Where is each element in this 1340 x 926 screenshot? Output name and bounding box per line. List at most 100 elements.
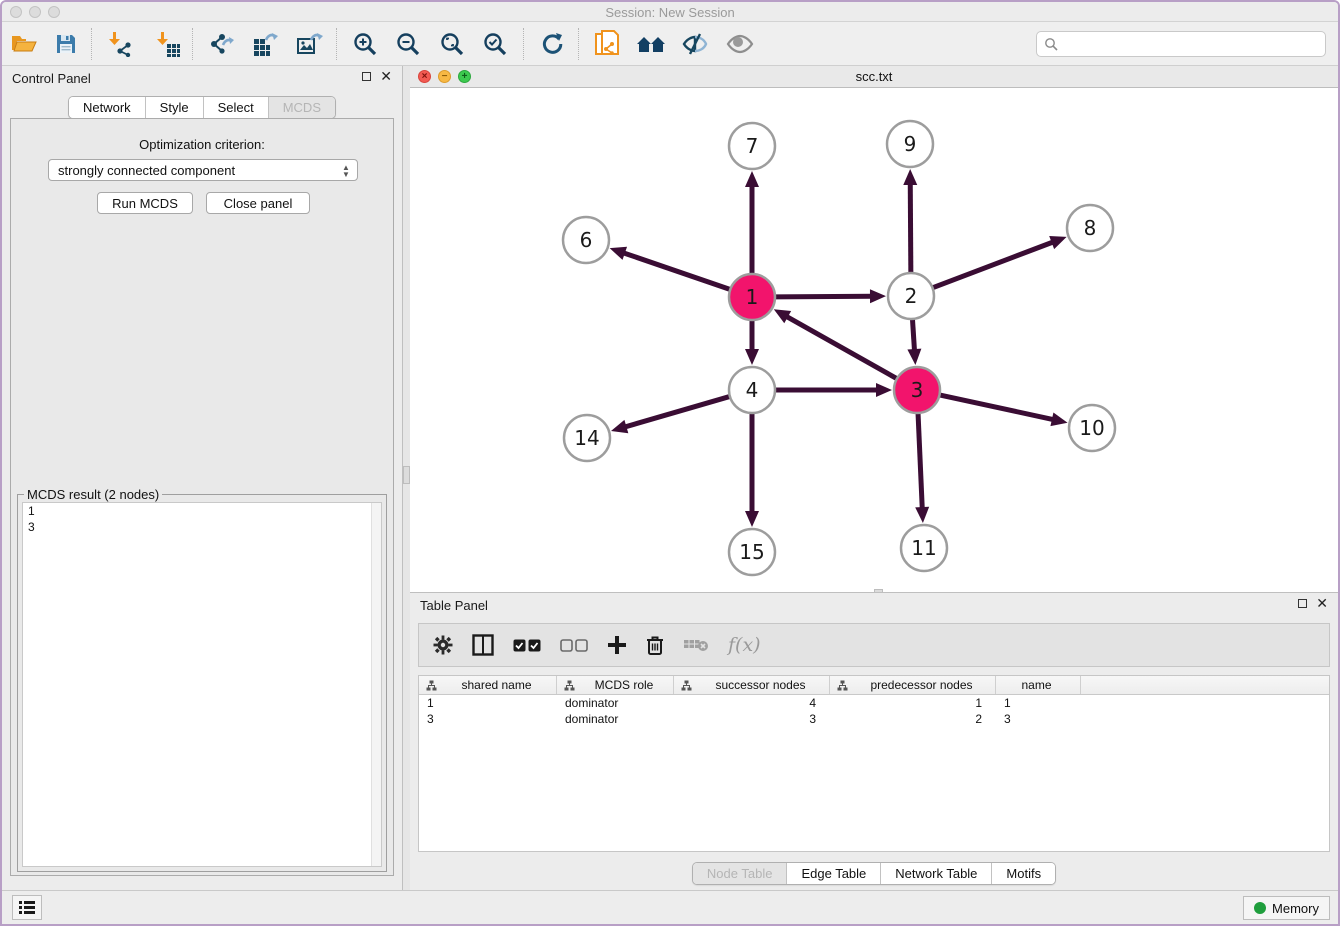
column-tree-icon xyxy=(681,680,692,691)
delete-table-icon xyxy=(683,637,709,653)
graph-edge-3-11[interactable] xyxy=(918,413,922,510)
node-table[interactable]: shared name MCDS role successor nodes xyxy=(418,675,1330,852)
zoom-selected-icon xyxy=(482,31,508,57)
delete-column-button[interactable] xyxy=(646,635,664,656)
table-cell: 1 xyxy=(419,696,557,710)
graph-arrowhead xyxy=(907,349,921,365)
float-panel-icon[interactable] xyxy=(362,72,371,81)
settings-gear-button[interactable] xyxy=(433,635,453,655)
graph-edge-2-8[interactable] xyxy=(933,241,1055,287)
open-folder-icon xyxy=(11,33,37,55)
preview-eye-button[interactable] xyxy=(725,29,755,59)
graph-arrowhead xyxy=(876,383,892,397)
col-shared-name[interactable]: shared name xyxy=(419,676,557,694)
app-window: Session: New Session xyxy=(0,0,1340,926)
table-cell: dominator xyxy=(557,696,674,710)
tab-node-table[interactable]: Node Table xyxy=(693,863,787,884)
column-layout-button[interactable] xyxy=(472,634,494,656)
hide-panels-button[interactable] xyxy=(680,29,710,59)
graph-arrowhead xyxy=(611,420,628,433)
task-list-button[interactable] xyxy=(12,895,42,920)
optimization-criterion-select[interactable]: strongly connected component ▲▼ xyxy=(48,159,358,181)
graph-node-label: 15 xyxy=(739,540,764,564)
eye-slash-icon xyxy=(681,32,709,56)
add-column-button[interactable] xyxy=(607,635,627,655)
col-name[interactable]: name xyxy=(996,676,1081,694)
window-title: Session: New Session xyxy=(2,5,1338,20)
zoom-out-button[interactable] xyxy=(393,29,423,59)
export-network-icon xyxy=(208,31,234,57)
table-row[interactable]: 1dominator411 xyxy=(419,695,1329,711)
tab-select[interactable]: Select xyxy=(203,97,268,118)
close-panel-icon[interactable]: ✕ xyxy=(380,71,392,82)
network-window-titlebar[interactable]: × − + scc.txt xyxy=(410,66,1338,88)
export-table-button[interactable] xyxy=(250,29,280,59)
graph-arrowhead xyxy=(745,349,759,365)
checked-boxes-icon xyxy=(513,639,541,652)
graph-edge-4-14[interactable] xyxy=(623,396,729,427)
table-tabs: Node Table Edge Table Network Table Moti… xyxy=(692,862,1056,885)
search-box[interactable] xyxy=(1036,31,1326,57)
save-session-button[interactable] xyxy=(51,29,81,59)
run-mcds-button[interactable]: Run MCDS xyxy=(97,192,193,214)
export-network-button[interactable] xyxy=(206,29,236,59)
function-builder-button[interactable]: f(x) xyxy=(728,634,761,656)
col-successor-nodes[interactable]: successor nodes xyxy=(674,676,830,694)
tab-edge-table[interactable]: Edge Table xyxy=(786,863,880,884)
toolbar-separator xyxy=(91,28,92,60)
toolbar-separator xyxy=(192,28,193,60)
splitter-grip[interactable] xyxy=(403,466,410,484)
select-all-checkboxes-button[interactable] xyxy=(513,639,541,652)
open-session-button[interactable] xyxy=(9,29,39,59)
control-panel: Control Panel ✕ Network Style Select MCD… xyxy=(2,66,402,890)
deselect-checkboxes-button[interactable] xyxy=(560,639,588,652)
tab-network-table[interactable]: Network Table xyxy=(880,863,991,884)
table-cell: 1 xyxy=(996,696,1081,710)
graph-edge-3-1[interactable] xyxy=(785,316,897,379)
mcds-result-line: 1 xyxy=(23,503,381,519)
table-cell: 3 xyxy=(674,712,830,726)
save-disk-icon xyxy=(55,33,77,55)
zoom-in-icon xyxy=(352,31,378,57)
graph-node-label: 3 xyxy=(911,378,924,402)
table-cell: 1 xyxy=(830,696,996,710)
close-table-panel-icon[interactable]: ✕ xyxy=(1316,598,1328,609)
export-table-icon xyxy=(252,31,279,57)
network-graph[interactable]: 7968124314101511 xyxy=(410,88,1338,590)
tab-style[interactable]: Style xyxy=(145,97,203,118)
panel-splitter[interactable] xyxy=(402,66,410,890)
col-mcds-role[interactable]: MCDS role xyxy=(557,676,674,694)
search-input[interactable] xyxy=(1059,34,1325,54)
clone-network-button[interactable] xyxy=(592,29,622,59)
home-layout-button[interactable] xyxy=(636,29,666,59)
tab-mcds[interactable]: MCDS xyxy=(268,97,335,118)
graph-edge-2-3[interactable] xyxy=(912,319,914,352)
graph-edge-1-2[interactable] xyxy=(775,296,873,297)
tab-network[interactable]: Network xyxy=(69,97,145,118)
refresh-view-button[interactable] xyxy=(537,29,567,59)
close-panel-button[interactable]: Close panel xyxy=(206,192,310,214)
zoom-selected-button[interactable] xyxy=(480,29,510,59)
zoom-in-button[interactable] xyxy=(350,29,380,59)
graph-edge-2-9[interactable] xyxy=(910,182,911,273)
import-table-button[interactable] xyxy=(153,29,183,59)
table-row[interactable]: 3dominator323 xyxy=(419,711,1329,727)
mcds-result-line: 3 xyxy=(23,519,381,535)
float-table-panel-icon[interactable] xyxy=(1298,599,1307,608)
graph-edge-1-6[interactable] xyxy=(622,252,730,289)
result-scrollbar[interactable] xyxy=(371,503,381,866)
export-image-button[interactable] xyxy=(294,29,324,59)
tab-motifs[interactable]: Motifs xyxy=(991,863,1055,884)
mcds-result-list[interactable]: 13 xyxy=(22,502,382,867)
delete-table-button[interactable] xyxy=(683,637,709,653)
table-cell: 4 xyxy=(674,696,830,710)
import-network-button[interactable] xyxy=(105,29,135,59)
table-panel-title: Table Panel xyxy=(420,598,488,613)
import-table-icon xyxy=(155,31,181,57)
zoom-fit-button[interactable] xyxy=(437,29,467,59)
col-predecessor-nodes[interactable]: predecessor nodes xyxy=(830,676,996,694)
memory-button[interactable]: Memory xyxy=(1243,896,1330,920)
table-cell: dominator xyxy=(557,712,674,726)
unchecked-boxes-icon xyxy=(560,639,588,652)
graph-edge-3-10[interactable] xyxy=(939,395,1054,420)
